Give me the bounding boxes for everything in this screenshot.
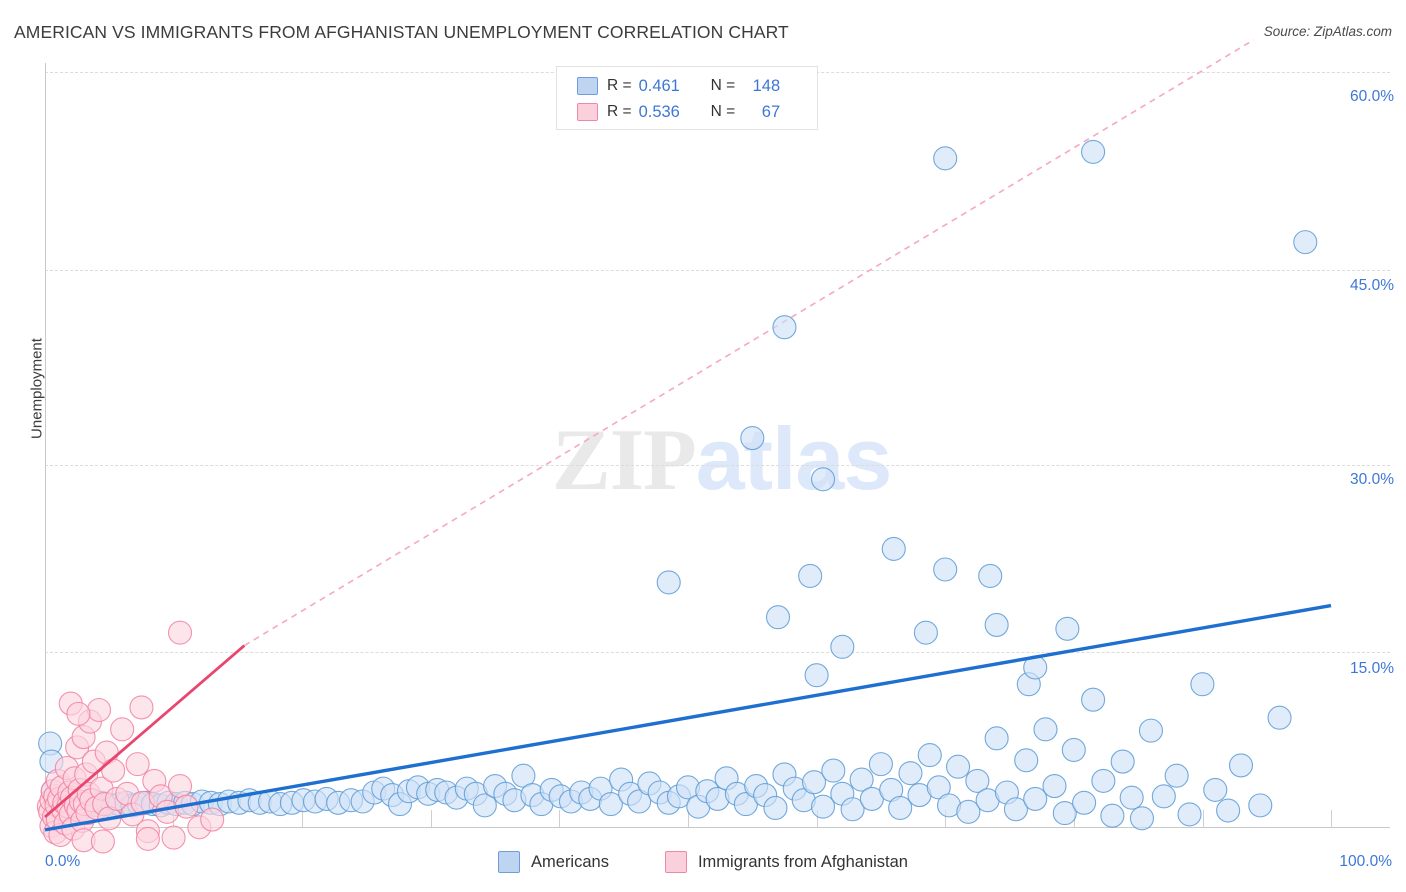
data-point[interactable]	[1248, 793, 1273, 818]
data-point[interactable]	[90, 829, 115, 854]
data-point[interactable]	[200, 807, 225, 832]
chart-title: AMERICAN VS IMMIGRANTS FROM AFGHANISTAN …	[14, 22, 789, 42]
data-point[interactable]	[1055, 616, 1080, 641]
data-point[interactable]	[978, 563, 1003, 589]
data-point[interactable]	[1023, 786, 1048, 811]
y-tick-label-15: 15.0%	[1350, 660, 1394, 677]
data-point[interactable]	[868, 752, 893, 777]
data-point[interactable]	[913, 620, 938, 645]
data-point[interactable]	[86, 697, 112, 723]
y-tick-label-45: 45.0%	[1350, 277, 1394, 294]
stats-n-label-pink: N =	[710, 103, 736, 120]
stats-swatch-pink	[577, 103, 598, 121]
y-tick-label-30: 30.0%	[1350, 471, 1394, 488]
source-attribution: Source: ZipAtlas.com	[1263, 24, 1392, 39]
series-americans	[38, 139, 1318, 831]
correlation-chart: AMERICAN VS IMMIGRANTS FROM AFGHANISTAN …	[0, 0, 1406, 892]
data-point[interactable]	[656, 570, 681, 595]
data-point[interactable]	[129, 695, 154, 720]
plot-area	[36, 39, 1332, 854]
data-point[interactable]	[1129, 806, 1155, 831]
data-point[interactable]	[1014, 748, 1039, 773]
stats-swatch-blue	[577, 77, 598, 95]
data-point[interactable]	[798, 563, 823, 589]
data-point[interactable]	[946, 754, 971, 779]
data-point[interactable]	[933, 557, 958, 582]
stats-row-americans: R = 0.461 N = 148	[577, 73, 817, 99]
y-tick-label-60: 60.0%	[1350, 88, 1394, 105]
data-point[interactable]	[1177, 802, 1202, 827]
chart-legend: Americans Immigrants from Afghanistan	[0, 851, 1406, 873]
data-point[interactable]	[1216, 798, 1241, 823]
x-axis-line	[45, 827, 1390, 828]
data-point[interactable]	[821, 758, 846, 783]
data-point[interactable]	[1138, 718, 1164, 743]
data-point[interactable]	[1164, 763, 1189, 788]
x-tick	[1331, 810, 1332, 827]
stats-row-immigrants: R = 0.536 N = 67	[577, 99, 817, 125]
data-point[interactable]	[898, 761, 923, 786]
data-point[interactable]	[933, 146, 958, 171]
data-point[interactable]	[830, 634, 855, 659]
stats-r-label-pink: R =	[607, 103, 632, 120]
data-point[interactable]	[917, 743, 942, 768]
data-point[interactable]	[984, 612, 1009, 637]
legend-item-americans[interactable]: Americans	[498, 851, 609, 873]
data-point[interactable]	[888, 795, 913, 821]
data-point[interactable]	[1267, 705, 1292, 730]
data-point[interactable]	[1293, 230, 1318, 255]
data-point[interactable]	[881, 536, 906, 561]
stats-n-value-blue: 148	[752, 76, 781, 95]
data-point[interactable]	[125, 752, 150, 777]
data-point[interactable]	[772, 315, 797, 340]
trend-line	[243, 39, 1255, 647]
correlation-stats-box: R = 0.461 N = 148 R = 0.536 N = 67	[556, 66, 818, 130]
data-point[interactable]	[1081, 139, 1106, 164]
data-point[interactable]	[110, 717, 135, 742]
data-point[interactable]	[810, 794, 836, 819]
stats-r-value-blue: 0.461	[638, 76, 680, 95]
data-point[interactable]	[66, 701, 91, 726]
data-point[interactable]	[167, 773, 193, 799]
data-point[interactable]	[740, 425, 765, 451]
legend-label-immigrants: Immigrants from Afghanistan	[697, 852, 908, 871]
data-point[interactable]	[1100, 803, 1125, 828]
data-point[interactable]	[810, 467, 836, 492]
data-point[interactable]	[1119, 785, 1144, 810]
data-point[interactable]	[161, 825, 186, 850]
series-immigrants-from-afghanistan	[36, 620, 225, 854]
data-point[interactable]	[984, 726, 1009, 751]
data-point[interactable]	[135, 826, 160, 851]
data-point[interactable]	[1203, 777, 1228, 802]
stats-r-label-blue: R =	[607, 77, 632, 94]
data-point[interactable]	[1081, 687, 1106, 712]
data-point[interactable]	[1061, 737, 1086, 763]
data-point[interactable]	[804, 663, 829, 688]
stats-r-value-pink: 0.536	[638, 102, 680, 121]
data-point[interactable]	[1151, 784, 1176, 809]
stats-n-value-pink: 67	[761, 102, 781, 121]
data-point[interactable]	[1190, 672, 1215, 697]
data-point[interactable]	[101, 758, 126, 783]
y-axis-title: Unemployment	[28, 338, 46, 439]
scatter-canvas	[36, 39, 1332, 854]
stats-n-label-blue: N =	[710, 77, 736, 94]
data-point[interactable]	[763, 795, 788, 821]
data-point[interactable]	[765, 605, 791, 630]
legend-swatch-immigrants	[664, 851, 687, 873]
data-point[interactable]	[167, 620, 193, 645]
data-point[interactable]	[1091, 768, 1116, 793]
data-point[interactable]	[1042, 773, 1067, 799]
data-point[interactable]	[1033, 717, 1058, 742]
legend-item-immigrants[interactable]: Immigrants from Afghanistan	[664, 851, 908, 873]
data-point[interactable]	[1072, 790, 1097, 815]
legend-label-americans: Americans	[531, 852, 609, 871]
data-point[interactable]	[1228, 753, 1254, 778]
legend-swatch-americans	[498, 851, 521, 873]
data-point[interactable]	[1110, 749, 1135, 774]
